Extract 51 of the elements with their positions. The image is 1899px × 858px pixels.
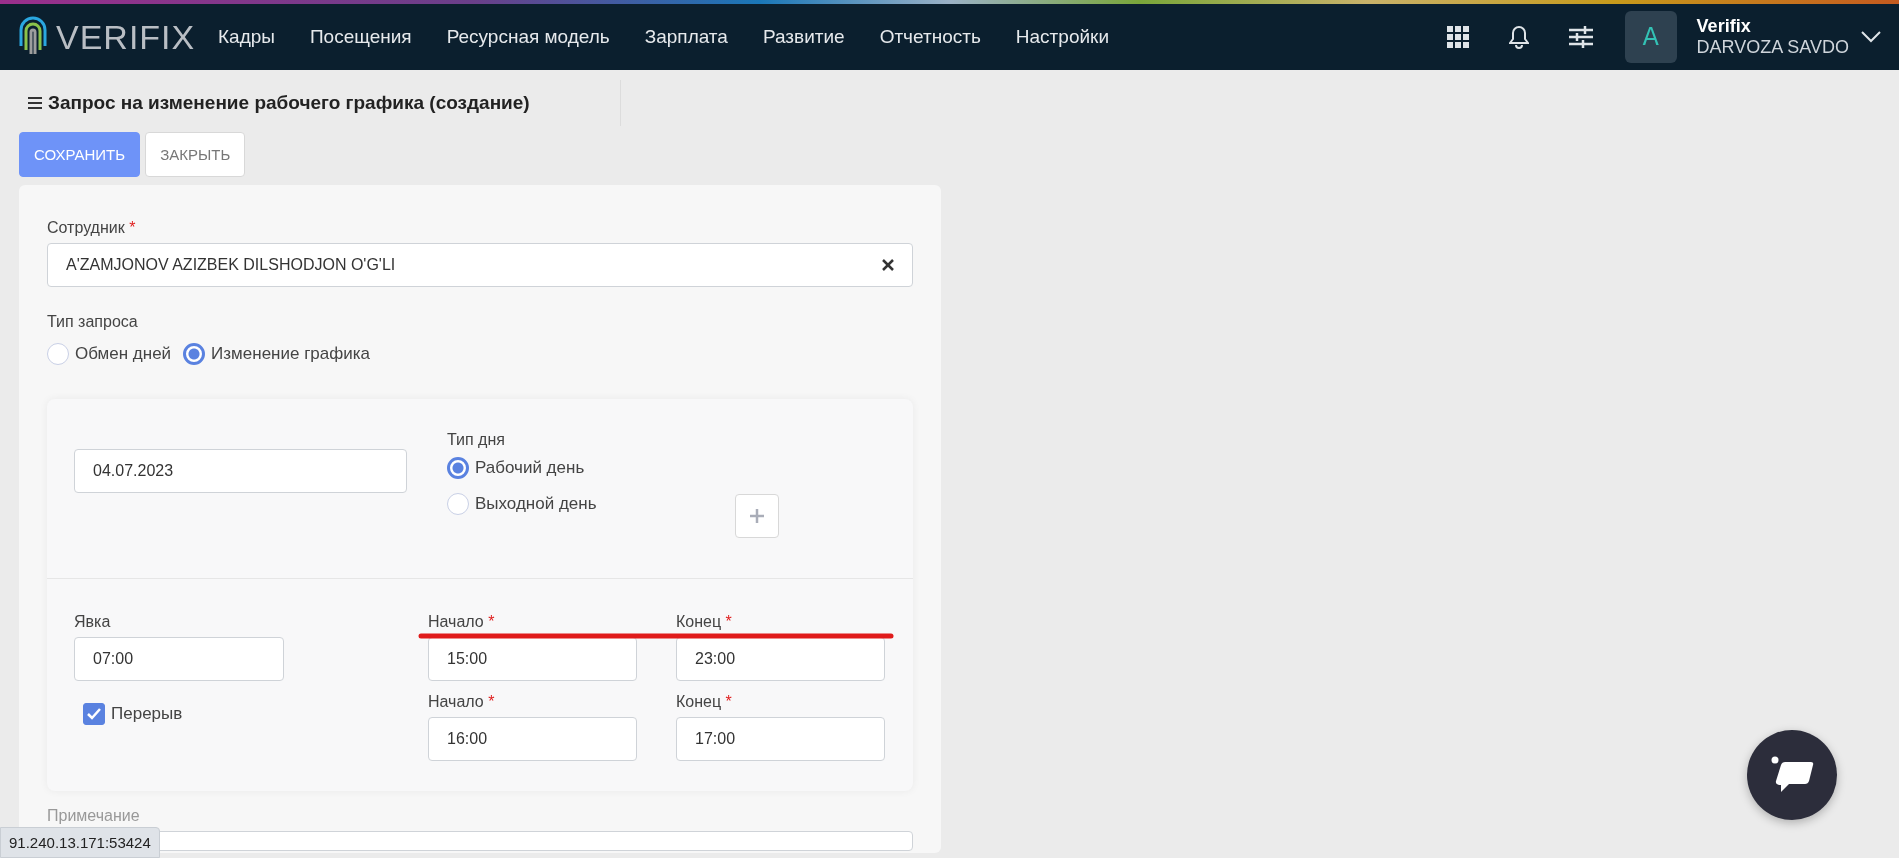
field-label: Тип запроса	[47, 313, 139, 331]
time-field[interactable]: 07:00	[74, 637, 284, 681]
field-label: Конец *	[676, 613, 733, 631]
checkbox[interactable]	[83, 703, 105, 725]
company-name: DARVOZA SAVDO	[1696, 37, 1849, 58]
field-label: Конец *	[676, 693, 733, 711]
radio-label: Изменение графика	[211, 344, 371, 364]
field-label: Явка	[74, 613, 112, 631]
nav-link[interactable]: Развитие	[762, 26, 845, 48]
sliders-icon[interactable]	[1568, 26, 1593, 48]
status-url-tooltip: 91.240.13.171:53424	[0, 827, 160, 858]
user-name: Verifix	[1696, 16, 1752, 37]
date-field[interactable]: 04.07.2023	[74, 449, 407, 493]
apps-grid-icon[interactable]	[1446, 26, 1469, 48]
user-avatar[interactable]: A	[1624, 11, 1677, 63]
radio-label: Выходной день	[475, 494, 597, 514]
time-field[interactable]: 16:00	[428, 717, 637, 761]
menu-icon[interactable]	[28, 97, 42, 109]
field-label: Сотрудник *	[47, 219, 137, 237]
radio-button[interactable]	[183, 343, 206, 365]
close-icon[interactable]	[882, 259, 894, 271]
bell-icon[interactable]	[1508, 25, 1529, 49]
plus-icon	[750, 509, 764, 523]
checkbox-label: Перерыв	[111, 704, 183, 724]
chat-button[interactable]	[1747, 730, 1837, 820]
page-title: Запрос на изменение рабочего графика (создание)	[48, 92, 530, 114]
checkmark-icon	[87, 708, 101, 720]
field-label: Начало *	[428, 693, 496, 711]
radio-button[interactable]	[447, 457, 469, 479]
employee-select[interactable]: A'ZAMJONOV AZIZBEK DILSHODJON O'G'LI	[47, 243, 913, 287]
close-button[interactable]: ЗАКРЫТЬ	[145, 132, 246, 177]
time-field[interactable]: 17:00	[676, 717, 885, 761]
field-label: Тип дня	[447, 431, 506, 449]
time-field[interactable]: 23:00	[676, 637, 885, 681]
radio-button[interactable]	[47, 343, 69, 365]
time-field[interactable]: 15:00	[428, 637, 637, 681]
radio-label: Рабочий день	[475, 458, 585, 478]
nav-link[interactable]: Зарплата	[644, 26, 728, 48]
nav-link[interactable]: Отчетность	[879, 26, 981, 48]
radio-button[interactable]	[447, 493, 469, 515]
nav-link[interactable]: Ресурсная модель	[446, 26, 610, 48]
field-label: Примечание	[47, 807, 141, 825]
nav-link[interactable]: Кадры	[218, 26, 275, 48]
chat-bubble-icon	[1769, 755, 1815, 795]
nav-link[interactable]: Настройки	[1015, 26, 1109, 48]
field-value: A'ZAMJONOV AZIZBEK DILSHODJON O'G'LI	[66, 256, 396, 274]
nav-link[interactable]: Посещения	[309, 26, 412, 48]
logo-text: VERIFIX	[56, 17, 196, 57]
chevron-down-icon[interactable]	[1861, 31, 1881, 43]
radio-label: Обмен дней	[75, 344, 172, 364]
field-label: Начало *	[428, 613, 496, 631]
